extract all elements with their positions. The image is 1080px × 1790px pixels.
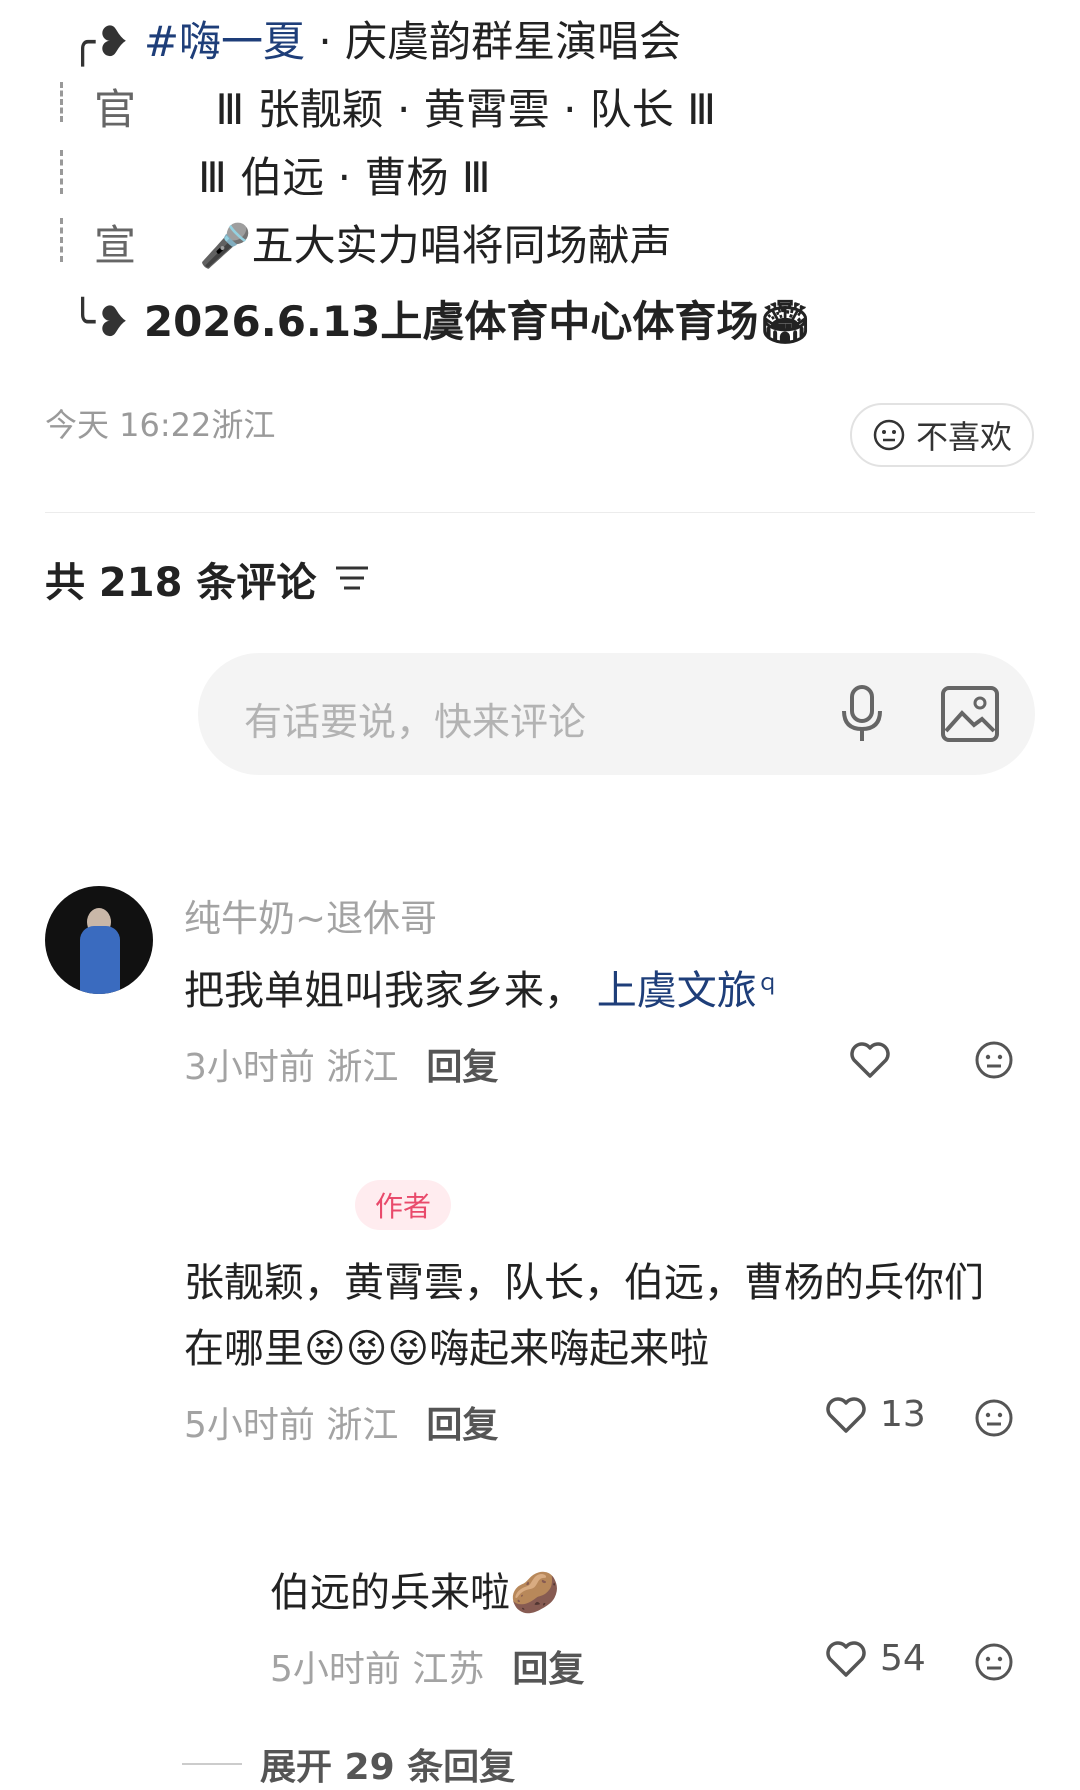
comment-username[interactable]: 纯牛奶~退休哥 <box>184 888 437 942</box>
nested-reply-time-location: 5小时前 江苏 <box>270 1649 485 1690</box>
nested-reply-meta: 5小时前 江苏 回复 <box>270 1640 584 1692</box>
comment-input-bar[interactable]: 有话要说，快来评论 <box>198 653 1035 775</box>
comment-input-placeholder[interactable]: 有话要说，快来评论 <box>244 691 586 746</box>
search-link[interactable]: 上虞文旅 <box>597 968 757 1014</box>
dislike-face-icon[interactable] <box>974 1040 1014 1080</box>
post-time-location: 今天 16:22浙江 <box>45 406 276 444</box>
microphone-icon[interactable] <box>836 683 888 745</box>
post-title: · 庆虞韵群星演唱会 <box>318 17 682 66</box>
reply-button[interactable]: 回复 <box>426 1396 498 1448</box>
reply-text-line2: 在哪里😝😝😝嗨起来嗨起来啦 <box>184 1326 710 1372</box>
search-small-icon[interactable]: ｑ <box>757 971 779 996</box>
comment-time-location: 3小时前 浙江 <box>184 1047 399 1088</box>
side-label-announce: 宣 <box>94 221 137 270</box>
bracket-top-icon: ╭❥ <box>70 17 131 66</box>
post-line-4: 宣 🎤五大实力唱将同场献声 <box>70 216 672 276</box>
hashtag-link[interactable]: #嗨一夏 <box>144 17 305 66</box>
sort-filter-icon[interactable] <box>334 564 370 594</box>
comment-text: 把我单姐叫我家乡来， 上虞文旅ｑ <box>184 958 779 1016</box>
heart-icon[interactable] <box>824 1639 868 1679</box>
reply-meta: 5小时前 浙江 回复 <box>184 1396 498 1448</box>
heart-icon[interactable] <box>848 1040 892 1080</box>
sticker-icon: 🥔 <box>510 1570 560 1616</box>
nested-reply-text-main: 伯远的兵来啦 <box>270 1570 510 1616</box>
like-button[interactable]: 54 <box>824 1638 926 1679</box>
dislike-face-icon[interactable] <box>974 1642 1014 1682</box>
comment-count: 共 218 条评论 <box>45 560 317 606</box>
bracket-bottom-icon: ╰❥ <box>70 297 131 346</box>
heart-icon[interactable] <box>824 1395 868 1435</box>
nested-reply-text: 伯远的兵来啦🥔 <box>270 1560 560 1618</box>
divider <box>45 512 1035 513</box>
dislike-label: 不喜欢 <box>915 418 1012 456</box>
like-count: 54 <box>880 1638 926 1679</box>
comment-count-header: 共 218 条评论 <box>45 550 370 608</box>
reply-time-location: 5小时前 浙江 <box>184 1405 399 1446</box>
avatar[interactable] <box>45 886 153 994</box>
reply-text-line1: 张靓颖，黄霄雲，队长，伯远，曹杨的兵你们 <box>184 1260 984 1306</box>
post-artists-2: Ⅲ 伯远 · 曹杨 Ⅲ <box>198 153 491 202</box>
side-label-official: 官 <box>94 85 137 134</box>
author-badge: 作者 <box>355 1180 451 1230</box>
reply-button[interactable]: 回复 <box>426 1038 498 1090</box>
comment-text-main: 把我单姐叫我家乡来， <box>184 968 584 1014</box>
expand-divider <box>182 1763 242 1765</box>
post-line-1: ╭❥ #嗨一夏 · 庆虞韵群星演唱会 <box>70 12 681 72</box>
comment-meta: 3小时前 浙江 回复 <box>184 1038 498 1090</box>
neutral-face-icon <box>873 419 905 451</box>
image-icon[interactable] <box>940 685 1000 743</box>
like-button[interactable]: 13 <box>824 1394 926 1435</box>
reply-button[interactable]: 回复 <box>512 1640 584 1692</box>
like-count: 13 <box>880 1394 926 1435</box>
dislike-face-icon[interactable] <box>974 1398 1014 1438</box>
post-line-5: ╰❥ 2026.6.13上虞体育中心体育场🏟 <box>70 292 812 352</box>
expand-label[interactable]: 展开 29 条回复 <box>260 1738 515 1790</box>
post-date-venue: 2026.6.13上虞体育中心体育场🏟 <box>143 297 812 346</box>
expand-replies-button[interactable]: 展开 29 条回复 <box>182 1738 515 1790</box>
post-subtitle: 🎤五大实力唱将同场献声 <box>199 221 672 270</box>
avatar-body <box>80 926 120 994</box>
post-line-2: 官 Ⅲ 张靓颖 · 黄霄雲 · 队长 Ⅲ <box>70 80 716 140</box>
dislike-button[interactable]: 不喜欢 <box>850 403 1034 467</box>
reply-username-blank <box>182 1185 332 1215</box>
post-artists-1: Ⅲ 张靓颖 · 黄霄雲 · 队长 Ⅲ <box>215 85 717 134</box>
bracket-divider <box>60 150 85 194</box>
